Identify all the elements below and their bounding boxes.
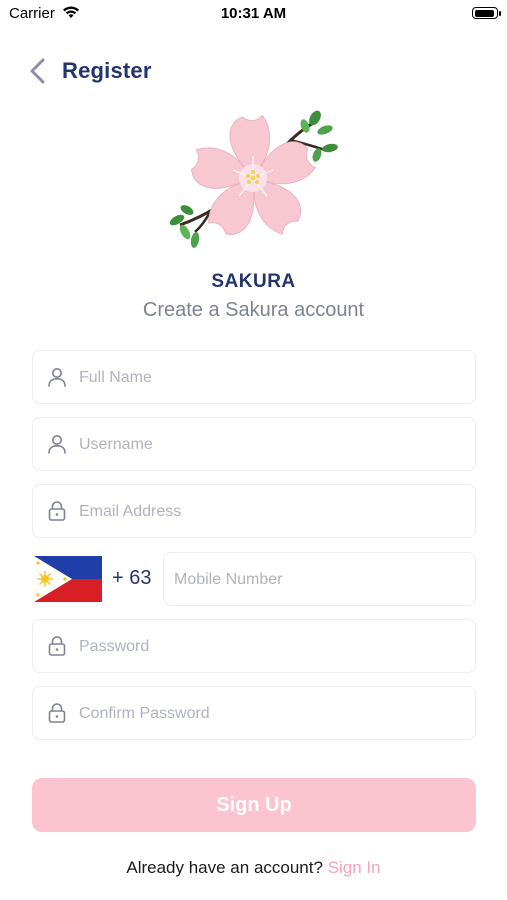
status-bar: Carrier 10:31 AM [0, 0, 507, 30]
password-input[interactable] [77, 620, 465, 674]
confirm-password-field[interactable] [32, 686, 476, 741]
full-name-input[interactable] [77, 351, 465, 405]
status-time: 10:31 AM [220, 5, 287, 22]
sign-in-link[interactable]: Sign In [328, 858, 381, 877]
username-input[interactable] [77, 418, 465, 472]
country-dial-code[interactable]: + 63 [112, 567, 151, 590]
page-title: Register [62, 58, 152, 83]
confirm-password-input[interactable] [77, 687, 465, 741]
username-field[interactable] [32, 417, 476, 472]
page-subtitle: Create a Sakura account [142, 299, 365, 321]
chevron-left-icon [30, 58, 45, 84]
philippines-flag-icon[interactable] [34, 556, 102, 602]
sign-in-prompt: Already have an account? Sign In [0, 858, 507, 878]
back-button[interactable] [24, 56, 54, 86]
email-input[interactable] [77, 485, 465, 539]
mobile-number-input[interactable] [172, 553, 465, 607]
user-icon [48, 435, 66, 454]
email-field[interactable] [32, 484, 476, 539]
sakura-flower-logo [165, 100, 345, 260]
user-icon [48, 368, 66, 387]
battery-icon [472, 7, 501, 19]
mobile-number-field[interactable] [163, 552, 476, 607]
sign-in-prompt-text: Already have an account? [126, 858, 323, 877]
password-field[interactable] [32, 619, 476, 674]
lock-icon [48, 501, 66, 521]
sign-up-button[interactable]: Sign Up [32, 778, 476, 832]
full-name-field[interactable] [32, 350, 476, 405]
lock-icon [48, 636, 66, 656]
lock-icon [48, 703, 66, 723]
brand-name: SAKURA [211, 271, 296, 292]
